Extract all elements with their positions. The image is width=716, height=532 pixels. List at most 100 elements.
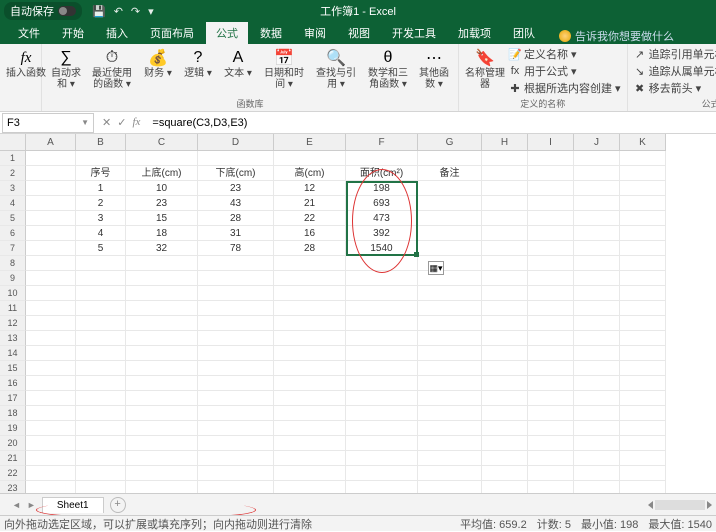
- cell-A10[interactable]: [26, 286, 76, 301]
- cell-A11[interactable]: [26, 301, 76, 316]
- cell-E5[interactable]: 22: [274, 211, 346, 226]
- tab-页面布局[interactable]: 页面布局: [140, 22, 204, 44]
- cell-F22[interactable]: [346, 466, 418, 481]
- cell-H13[interactable]: [482, 331, 528, 346]
- namestack-2[interactable]: ✚根据所选内容创建 ▾: [509, 80, 621, 96]
- cell-B5[interactable]: 3: [76, 211, 126, 226]
- row-header-11[interactable]: 11: [0, 301, 26, 316]
- cell-H2[interactable]: [482, 166, 528, 181]
- cell-C14[interactable]: [126, 346, 198, 361]
- cell-K2[interactable]: [620, 166, 666, 181]
- cell-J22[interactable]: [574, 466, 620, 481]
- cell-I19[interactable]: [528, 421, 574, 436]
- cell-I1[interactable]: [528, 151, 574, 166]
- cell-B11[interactable]: [76, 301, 126, 316]
- cell-B9[interactable]: [76, 271, 126, 286]
- cell-I20[interactable]: [528, 436, 574, 451]
- cell-H8[interactable]: [482, 256, 528, 271]
- cell-F17[interactable]: [346, 391, 418, 406]
- cell-J20[interactable]: [574, 436, 620, 451]
- row-header-7[interactable]: 7: [0, 241, 26, 256]
- cell-J3[interactable]: [574, 181, 620, 196]
- cell-J17[interactable]: [574, 391, 620, 406]
- cell-B3[interactable]: 1: [76, 181, 126, 196]
- cell-F13[interactable]: [346, 331, 418, 346]
- tell-me-search[interactable]: 告诉我你想要做什么: [559, 28, 674, 44]
- cell-H12[interactable]: [482, 316, 528, 331]
- cell-K14[interactable]: [620, 346, 666, 361]
- cell-F8[interactable]: [346, 256, 418, 271]
- cell-E10[interactable]: [274, 286, 346, 301]
- cell-B22[interactable]: [76, 466, 126, 481]
- cell-G14[interactable]: [418, 346, 482, 361]
- horizontal-scrollbar[interactable]: [648, 500, 712, 510]
- cell-K10[interactable]: [620, 286, 666, 301]
- cell-A14[interactable]: [26, 346, 76, 361]
- cell-E20[interactable]: [274, 436, 346, 451]
- lib-6[interactable]: 🔍查找与引用 ▾: [312, 46, 360, 90]
- row-header-9[interactable]: 9: [0, 271, 26, 286]
- cell-I22[interactable]: [528, 466, 574, 481]
- cell-G18[interactable]: [418, 406, 482, 421]
- lib-1[interactable]: ⏱最近使用的函数 ▾: [88, 46, 136, 90]
- cell-J1[interactable]: [574, 151, 620, 166]
- cell-J6[interactable]: [574, 226, 620, 241]
- cell-F21[interactable]: [346, 451, 418, 466]
- cell-K20[interactable]: [620, 436, 666, 451]
- cell-D3[interactable]: 23: [198, 181, 274, 196]
- cell-A1[interactable]: [26, 151, 76, 166]
- row-header-6[interactable]: 6: [0, 226, 26, 241]
- cell-A9[interactable]: [26, 271, 76, 286]
- cell-E6[interactable]: 16: [274, 226, 346, 241]
- col-header-D[interactable]: D: [198, 134, 274, 151]
- cell-C21[interactable]: [126, 451, 198, 466]
- tab-开始[interactable]: 开始: [52, 22, 94, 44]
- tab-加载项[interactable]: 加载项: [448, 22, 501, 44]
- cell-I15[interactable]: [528, 361, 574, 376]
- cell-B13[interactable]: [76, 331, 126, 346]
- cell-B10[interactable]: [76, 286, 126, 301]
- cell-C20[interactable]: [126, 436, 198, 451]
- cell-E9[interactable]: [274, 271, 346, 286]
- cell-D14[interactable]: [198, 346, 274, 361]
- tab-开发工具[interactable]: 开发工具: [382, 22, 446, 44]
- cell-G20[interactable]: [418, 436, 482, 451]
- cell-B2[interactable]: 序号: [76, 166, 126, 181]
- cell-K11[interactable]: [620, 301, 666, 316]
- lib-4[interactable]: A文本 ▾: [220, 46, 256, 79]
- cell-F18[interactable]: [346, 406, 418, 421]
- cell-A22[interactable]: [26, 466, 76, 481]
- cell-J2[interactable]: [574, 166, 620, 181]
- cell-I13[interactable]: [528, 331, 574, 346]
- select-all-corner[interactable]: [0, 134, 26, 151]
- cell-G11[interactable]: [418, 301, 482, 316]
- cell-J8[interactable]: [574, 256, 620, 271]
- cell-K1[interactable]: [620, 151, 666, 166]
- cell-F11[interactable]: [346, 301, 418, 316]
- cell-I3[interactable]: [528, 181, 574, 196]
- cell-F15[interactable]: [346, 361, 418, 376]
- sheet-nav-next-icon[interactable]: ►: [27, 500, 36, 510]
- cell-I18[interactable]: [528, 406, 574, 421]
- lib-5[interactable]: 📅日期和时间 ▾: [260, 46, 308, 90]
- cell-H19[interactable]: [482, 421, 528, 436]
- row-header-22[interactable]: 22: [0, 466, 26, 481]
- cell-A20[interactable]: [26, 436, 76, 451]
- cell-F7[interactable]: 1540: [346, 241, 418, 256]
- cell-C6[interactable]: 18: [126, 226, 198, 241]
- cell-D15[interactable]: [198, 361, 274, 376]
- save-icon[interactable]: 💾: [92, 5, 106, 18]
- cell-D17[interactable]: [198, 391, 274, 406]
- cell-G13[interactable]: [418, 331, 482, 346]
- lib-7[interactable]: θ数学和三角函数 ▾: [364, 46, 412, 90]
- row-header-17[interactable]: 17: [0, 391, 26, 406]
- cell-I8[interactable]: [528, 256, 574, 271]
- col-header-A[interactable]: A: [26, 134, 76, 151]
- cell-A6[interactable]: [26, 226, 76, 241]
- cell-F16[interactable]: [346, 376, 418, 391]
- cell-C9[interactable]: [126, 271, 198, 286]
- cell-I5[interactable]: [528, 211, 574, 226]
- cell-I7[interactable]: [528, 241, 574, 256]
- cell-G6[interactable]: [418, 226, 482, 241]
- cell-J18[interactable]: [574, 406, 620, 421]
